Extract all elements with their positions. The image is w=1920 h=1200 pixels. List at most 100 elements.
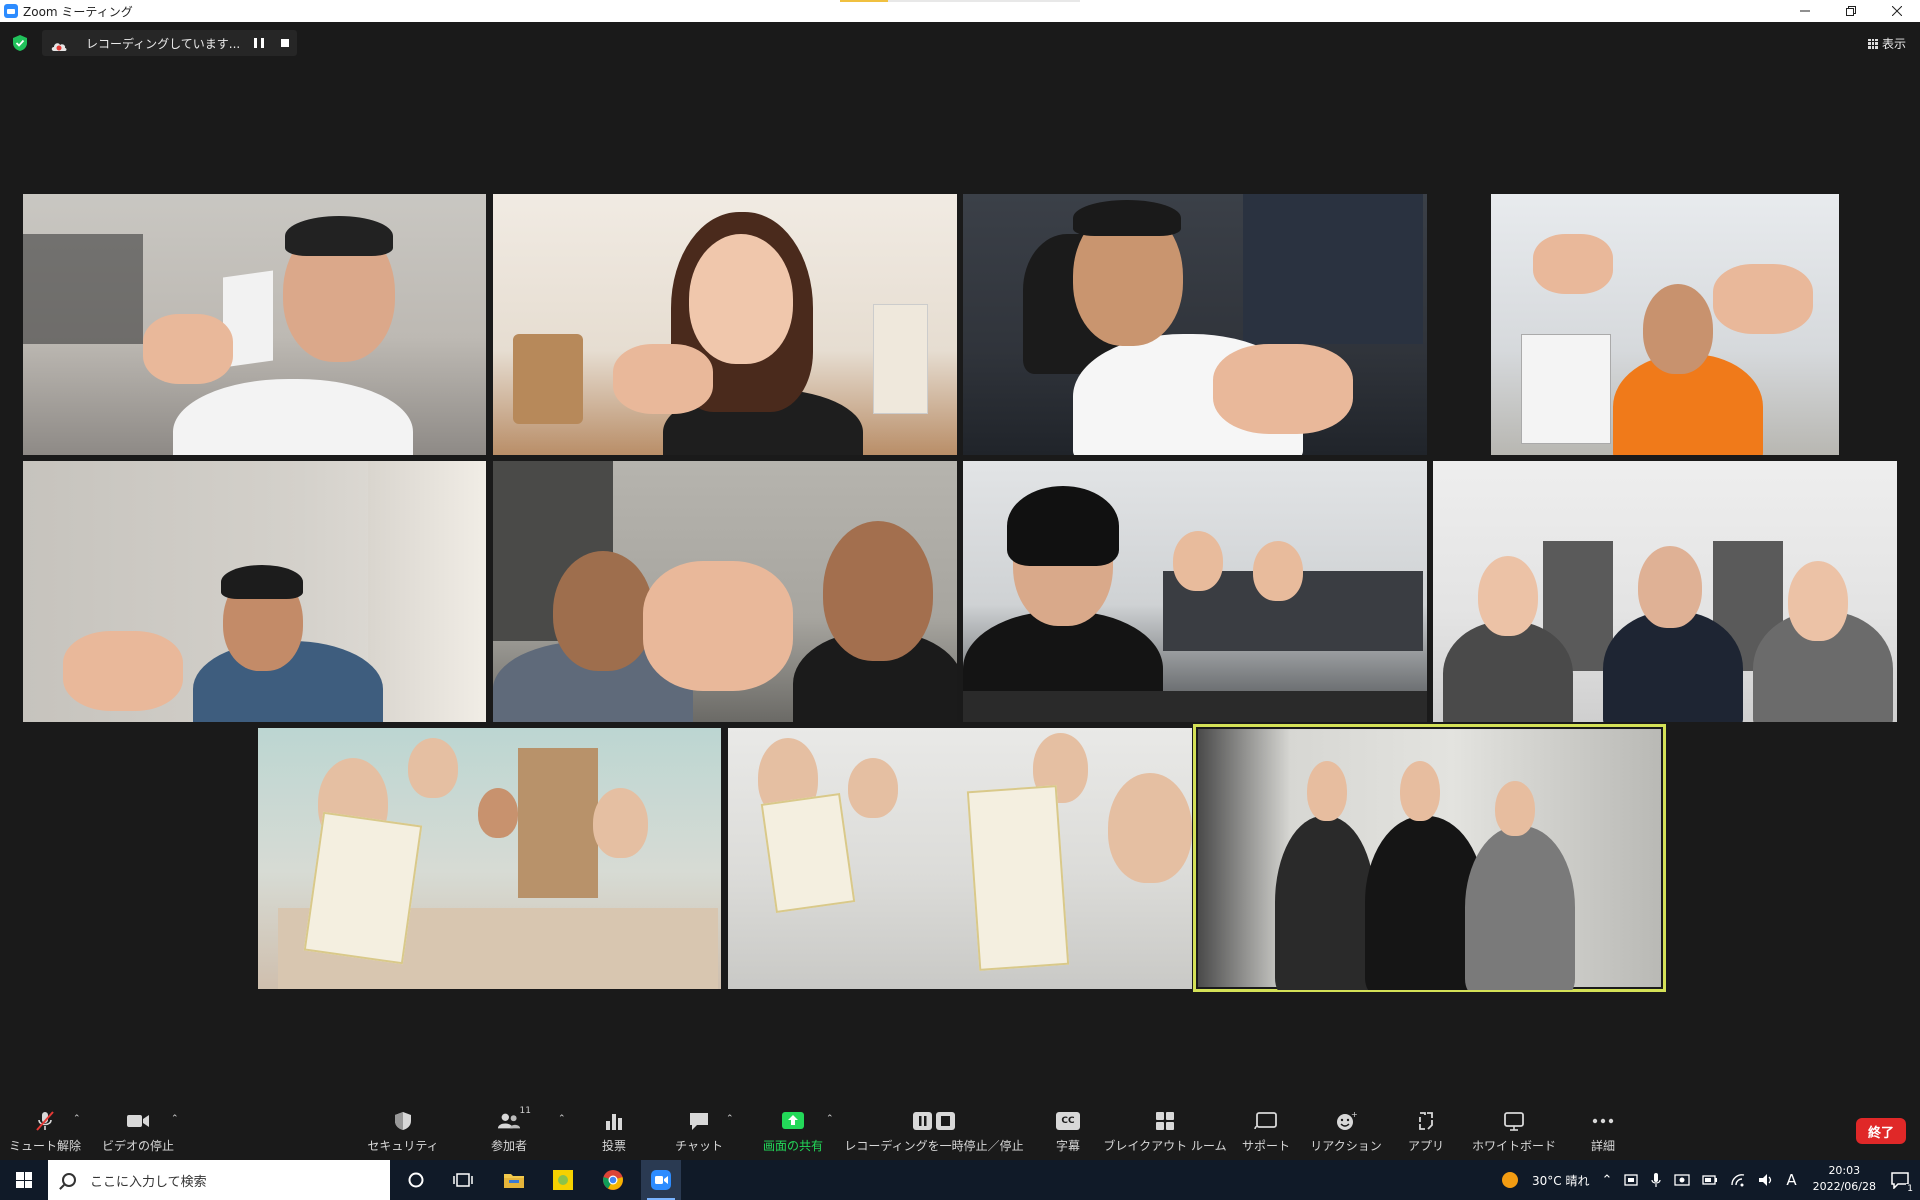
recording-pause-stop-button[interactable]: レコーディングを一時停止／停止 (844, 1110, 1024, 1158)
cloud-recording-icon (50, 37, 68, 51)
participants-label: 参加者 (490, 1139, 527, 1153)
participants-button[interactable]: 11 参加者 (484, 1106, 534, 1158)
ime-indicator[interactable]: A (1786, 1171, 1796, 1189)
clock-date: 2022/06/28 (1812, 1180, 1876, 1193)
participant-count: 11 (519, 1106, 531, 1116)
meeting-toolbar: ミュート解除 ⌃ ビデオの停止 ⌃ セキュリティ 11 参加者 ⌃ 投票 チャッ… (0, 1104, 1920, 1160)
windows-logo-icon (16, 1172, 32, 1188)
share-screen-label: 画面の共有 (762, 1139, 823, 1153)
screen-capture-icon[interactable] (1624, 1173, 1639, 1187)
minimize-icon (1800, 10, 1810, 12)
share-options-caret-icon[interactable]: ⌃ (826, 1114, 834, 1124)
taskbar-clock[interactable]: 20:03 2022/06/28 (1813, 1163, 1876, 1195)
title-bar-indicator (840, 0, 1080, 2)
restore-icon (1846, 6, 1856, 16)
video-options-caret-icon[interactable]: ⌃ (171, 1114, 179, 1124)
breakout-rooms-icon (1153, 1110, 1177, 1132)
start-button[interactable] (0, 1160, 48, 1200)
more-dots-icon (1591, 1110, 1615, 1132)
taskbar-search-box[interactable]: ここに入力して検索 (48, 1160, 390, 1200)
breakout-rooms-button[interactable]: ブレイクアウト ルーム (1103, 1110, 1227, 1158)
show-hidden-icons-chevron-icon[interactable]: ⌃ (1601, 1173, 1612, 1188)
captions-label: 字幕 (1055, 1139, 1080, 1153)
breakout-rooms-label: ブレイクアウト ルーム (1103, 1139, 1227, 1153)
whiteboard-button[interactable]: ホワイトボード (1472, 1110, 1556, 1158)
pause-recording-icon[interactable] (254, 38, 264, 48)
folder-icon (504, 1174, 524, 1188)
video-camera-icon (126, 1110, 150, 1132)
microphone-icon[interactable] (1650, 1172, 1662, 1188)
task-view-button[interactable] (443, 1160, 483, 1200)
zoom-app-icon (4, 4, 18, 18)
wifi-icon[interactable] (1730, 1173, 1746, 1187)
more-button[interactable]: 詳細 (1588, 1110, 1618, 1158)
apps-label: アプリ (1408, 1139, 1445, 1153)
unmute-label: ミュート解除 (9, 1139, 82, 1153)
security-button[interactable]: セキュリティ (367, 1110, 439, 1158)
restore-button[interactable] (1828, 0, 1874, 22)
muted-microphone-icon (33, 1110, 57, 1132)
emoji-reaction-icon: + (1334, 1110, 1358, 1132)
video-tile[interactable] (493, 461, 957, 722)
zoom-icon (651, 1170, 671, 1190)
closed-captions-icon: CC (1056, 1110, 1080, 1132)
stop-video-button[interactable]: ビデオの停止 (102, 1110, 174, 1158)
sticky-notes-button[interactable] (543, 1160, 583, 1200)
video-tile[interactable] (23, 194, 486, 455)
cortana-button[interactable] (396, 1160, 436, 1200)
minimize-button[interactable] (1782, 0, 1828, 22)
cc-badge: CC (1056, 1112, 1080, 1130)
share-screen-button[interactable]: 画面の共有 (758, 1110, 828, 1158)
video-tile[interactable] (728, 728, 1192, 989)
chrome-button[interactable] (593, 1160, 633, 1200)
bar-chart-icon (602, 1110, 626, 1132)
apps-button[interactable]: アプリ (1408, 1110, 1445, 1158)
unmute-button[interactable]: ミュート解除 (9, 1110, 82, 1158)
chat-button[interactable]: チャット (675, 1110, 723, 1158)
video-tile[interactable] (23, 461, 486, 722)
weather-text[interactable]: 30°C 晴れ (1532, 1172, 1589, 1189)
close-button[interactable] (1874, 0, 1920, 22)
share-screen-icon (781, 1110, 805, 1132)
search-icon (62, 1173, 76, 1187)
system-tray: 30°C 晴れ ⌃ A (1500, 1160, 1797, 1200)
recording-control-label: レコーディングを一時停止／停止 (844, 1139, 1024, 1153)
participants-options-caret-icon[interactable]: ⌃ (558, 1114, 566, 1124)
title-bar: Zoom ミーティング (0, 0, 1920, 22)
end-meeting-button[interactable]: 終了 (1856, 1118, 1906, 1144)
video-tile[interactable] (963, 194, 1427, 455)
stop-recording-icon[interactable] (281, 39, 289, 47)
chat-options-caret-icon[interactable]: ⌃ (726, 1114, 734, 1124)
captions-button[interactable]: CC 字幕 (1054, 1110, 1082, 1158)
search-placeholder: ここに入力して検索 (90, 1174, 207, 1190)
video-tile[interactable] (493, 194, 957, 455)
chat-bubble-icon (687, 1110, 711, 1132)
apps-icon (1414, 1110, 1438, 1132)
volume-icon[interactable] (1758, 1173, 1774, 1187)
view-button[interactable]: 表示 (1867, 35, 1906, 52)
polls-button[interactable]: 投票 (596, 1110, 632, 1158)
video-tile[interactable] (963, 461, 1427, 722)
stop-video-label: ビデオの停止 (102, 1139, 175, 1153)
action-center-button[interactable]: 1 (1880, 1160, 1920, 1200)
security-center-icon[interactable] (1674, 1173, 1691, 1187)
close-icon (1892, 6, 1902, 16)
zoom-taskbar-button[interactable] (641, 1160, 681, 1200)
security-shield-icon (391, 1110, 415, 1132)
security-shield-icon[interactable] (12, 34, 28, 52)
video-tile[interactable] (1433, 194, 1897, 455)
video-tile-active-speaker[interactable] (1193, 724, 1666, 992)
svg-text:+: + (1351, 1110, 1357, 1119)
support-button[interactable]: サポート (1242, 1110, 1290, 1158)
polls-label: 投票 (601, 1139, 626, 1153)
video-tile[interactable] (258, 728, 721, 989)
video-tile[interactable] (1433, 461, 1897, 722)
more-label: 詳細 (1590, 1139, 1615, 1153)
audio-options-caret-icon[interactable]: ⌃ (73, 1114, 81, 1124)
battery-icon[interactable] (1702, 1173, 1718, 1187)
meeting-top-bar: レコーディングしています... 表示 (0, 22, 1920, 64)
task-view-icon (453, 1173, 473, 1187)
cast-screen-icon (1254, 1110, 1278, 1132)
file-explorer-button[interactable] (494, 1160, 534, 1200)
reactions-button[interactable]: + リアクション (1310, 1110, 1381, 1158)
